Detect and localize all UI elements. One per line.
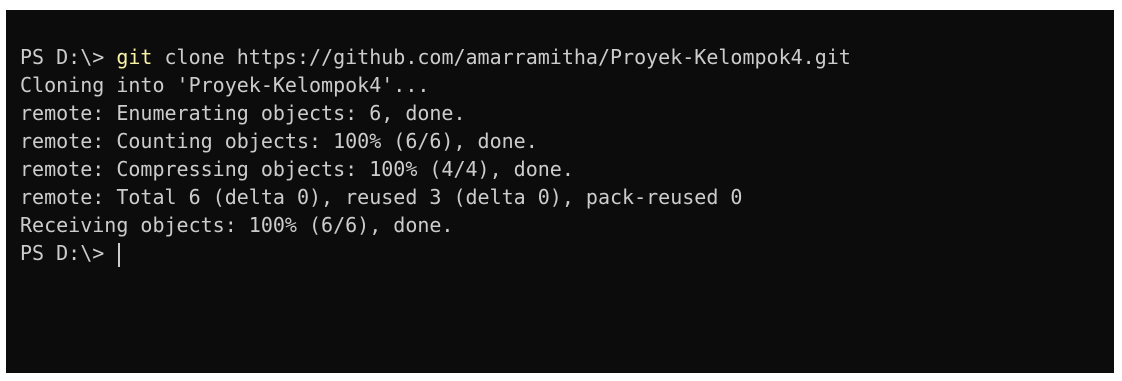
- prompt: PS D:\>: [20, 241, 117, 265]
- command-arguments: clone https://github.com/amarramitha/Pro…: [152, 45, 851, 69]
- output-line-enumerating: remote: Enumerating objects: 6, done.: [20, 101, 466, 125]
- input-line[interactable]: PS D:\>: [20, 239, 1114, 267]
- command-name: git: [116, 45, 153, 69]
- terminal-window[interactable]: PS D:\> git clone https://github.com/ama…: [6, 10, 1114, 373]
- text-cursor: [118, 242, 121, 267]
- output-line-cloning: Cloning into 'Proyek-Kelompok4'...: [20, 73, 430, 97]
- output-line-receiving: Receiving objects: 100% (6/6), done.: [20, 213, 454, 237]
- prompt: PS D:\>: [20, 45, 117, 69]
- command-line: PS D:\> git clone https://github.com/ama…: [20, 43, 1114, 71]
- output-line-counting: remote: Counting objects: 100% (6/6), do…: [20, 129, 538, 153]
- output-line-total: remote: Total 6 (delta 0), reused 3 (del…: [20, 185, 743, 209]
- output-line-compressing: remote: Compressing objects: 100% (4/4),…: [20, 157, 574, 181]
